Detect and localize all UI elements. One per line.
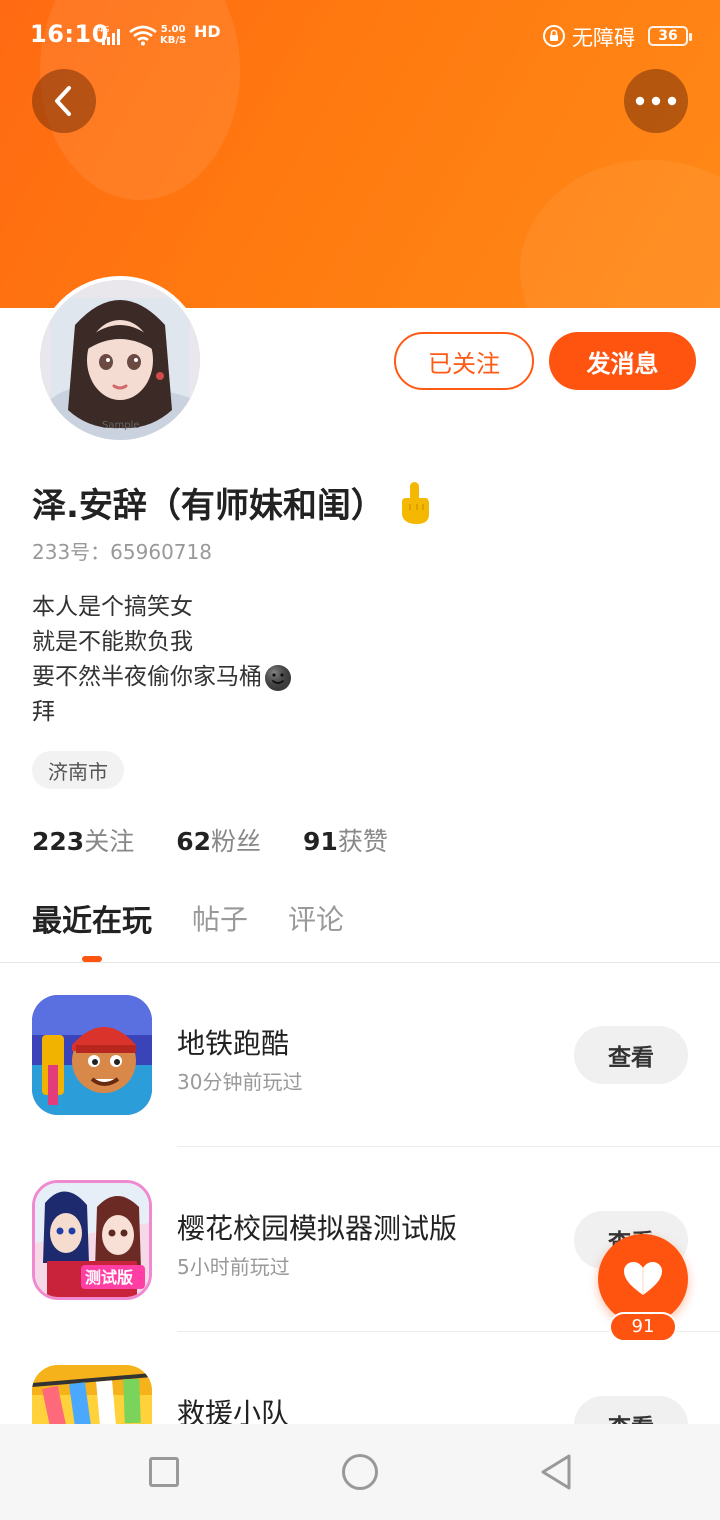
view-button[interactable]: 查看 bbox=[574, 1026, 688, 1084]
more-options-button[interactable] bbox=[624, 69, 688, 133]
avatar-image: Sample bbox=[40, 280, 200, 440]
profile-screen: 16:10 4G 5.00 KB/S HD 无障碍 36 Sample 已关注 … bbox=[0, 0, 720, 1520]
avatar[interactable]: Sample bbox=[36, 276, 204, 444]
city-tag[interactable]: 济南市 bbox=[32, 751, 124, 789]
chevron-left-icon bbox=[55, 86, 71, 116]
fans-stat[interactable]: 62 粉丝 bbox=[176, 822, 261, 858]
username: 泽.安辞（有师妹和闺） bbox=[32, 486, 385, 526]
profile-tabs: 最近在玩 帖子 评论 bbox=[32, 896, 384, 940]
network-speed: 5.00 KB/S bbox=[160, 24, 187, 46]
back-triangle-icon[interactable] bbox=[539, 1453, 573, 1491]
bio-line: 就是不能欺负我 bbox=[32, 629, 193, 655]
heart-icon bbox=[624, 1262, 662, 1295]
tab-recent-play[interactable]: 最近在玩 bbox=[32, 896, 152, 940]
tab-comments[interactable]: 评论 bbox=[288, 898, 344, 938]
bio: 本人是个搞笑女 就是不能欺负我 要不然半夜偷你家马桶 拜 bbox=[32, 590, 292, 730]
likes-stat[interactable]: 91 获赞 bbox=[303, 822, 388, 858]
back-button[interactable] bbox=[32, 69, 96, 133]
smile-emoji-icon bbox=[265, 664, 291, 691]
game-played-time: 5小时前玩过 bbox=[177, 1255, 290, 1279]
pointing-finger-emoji-icon bbox=[401, 481, 429, 524]
network-type: 4G bbox=[98, 25, 109, 34]
game-name: 樱花校园模拟器测试版 bbox=[177, 1212, 458, 1245]
status-bar: 16:10 4G 5.00 KB/S HD 无障碍 36 bbox=[0, 0, 720, 72]
home-button[interactable] bbox=[342, 1454, 378, 1490]
like-count-badge: 91 bbox=[609, 1312, 677, 1342]
following-stat[interactable]: 223 关注 bbox=[32, 822, 134, 858]
accessibility-label: 无障碍 bbox=[572, 26, 635, 50]
game-name: 地铁跑酷 bbox=[177, 1027, 290, 1060]
like-button[interactable] bbox=[598, 1234, 688, 1324]
list-item[interactable]: 地铁跑酷 30分钟前玩过 查看 bbox=[0, 962, 720, 1147]
game-icon-sakura-school: 测试版 bbox=[32, 1180, 152, 1300]
bio-line: 本人是个搞笑女 bbox=[32, 594, 193, 620]
battery-icon: 36 bbox=[648, 26, 692, 46]
icon-badge-text: 测试版 bbox=[85, 1268, 133, 1287]
bio-line: 拜 bbox=[32, 699, 55, 725]
send-message-button[interactable]: 发消息 bbox=[549, 332, 696, 390]
cellular-signal-icon: 4G bbox=[98, 25, 120, 45]
avatar-watermark: Sample bbox=[102, 420, 140, 431]
wifi-icon bbox=[129, 25, 157, 46]
more-dots-icon bbox=[635, 96, 677, 106]
game-icon-subway-surfers bbox=[32, 995, 152, 1115]
game-played-time: 30分钟前玩过 bbox=[177, 1070, 303, 1094]
user-id: 233号：65960718 bbox=[32, 540, 212, 564]
username-row: 泽.安辞（有师妹和闺） bbox=[32, 478, 433, 527]
bio-line: 要不然半夜偷你家马桶 bbox=[32, 660, 292, 695]
lock-icon bbox=[543, 25, 565, 47]
recent-apps-button[interactable] bbox=[149, 1457, 179, 1487]
stats-row: 223 关注 62 粉丝 91 获赞 bbox=[32, 822, 430, 858]
hd-indicator: HD bbox=[194, 22, 221, 41]
followed-button[interactable]: 已关注 bbox=[394, 332, 534, 390]
tab-posts[interactable]: 帖子 bbox=[192, 898, 248, 938]
